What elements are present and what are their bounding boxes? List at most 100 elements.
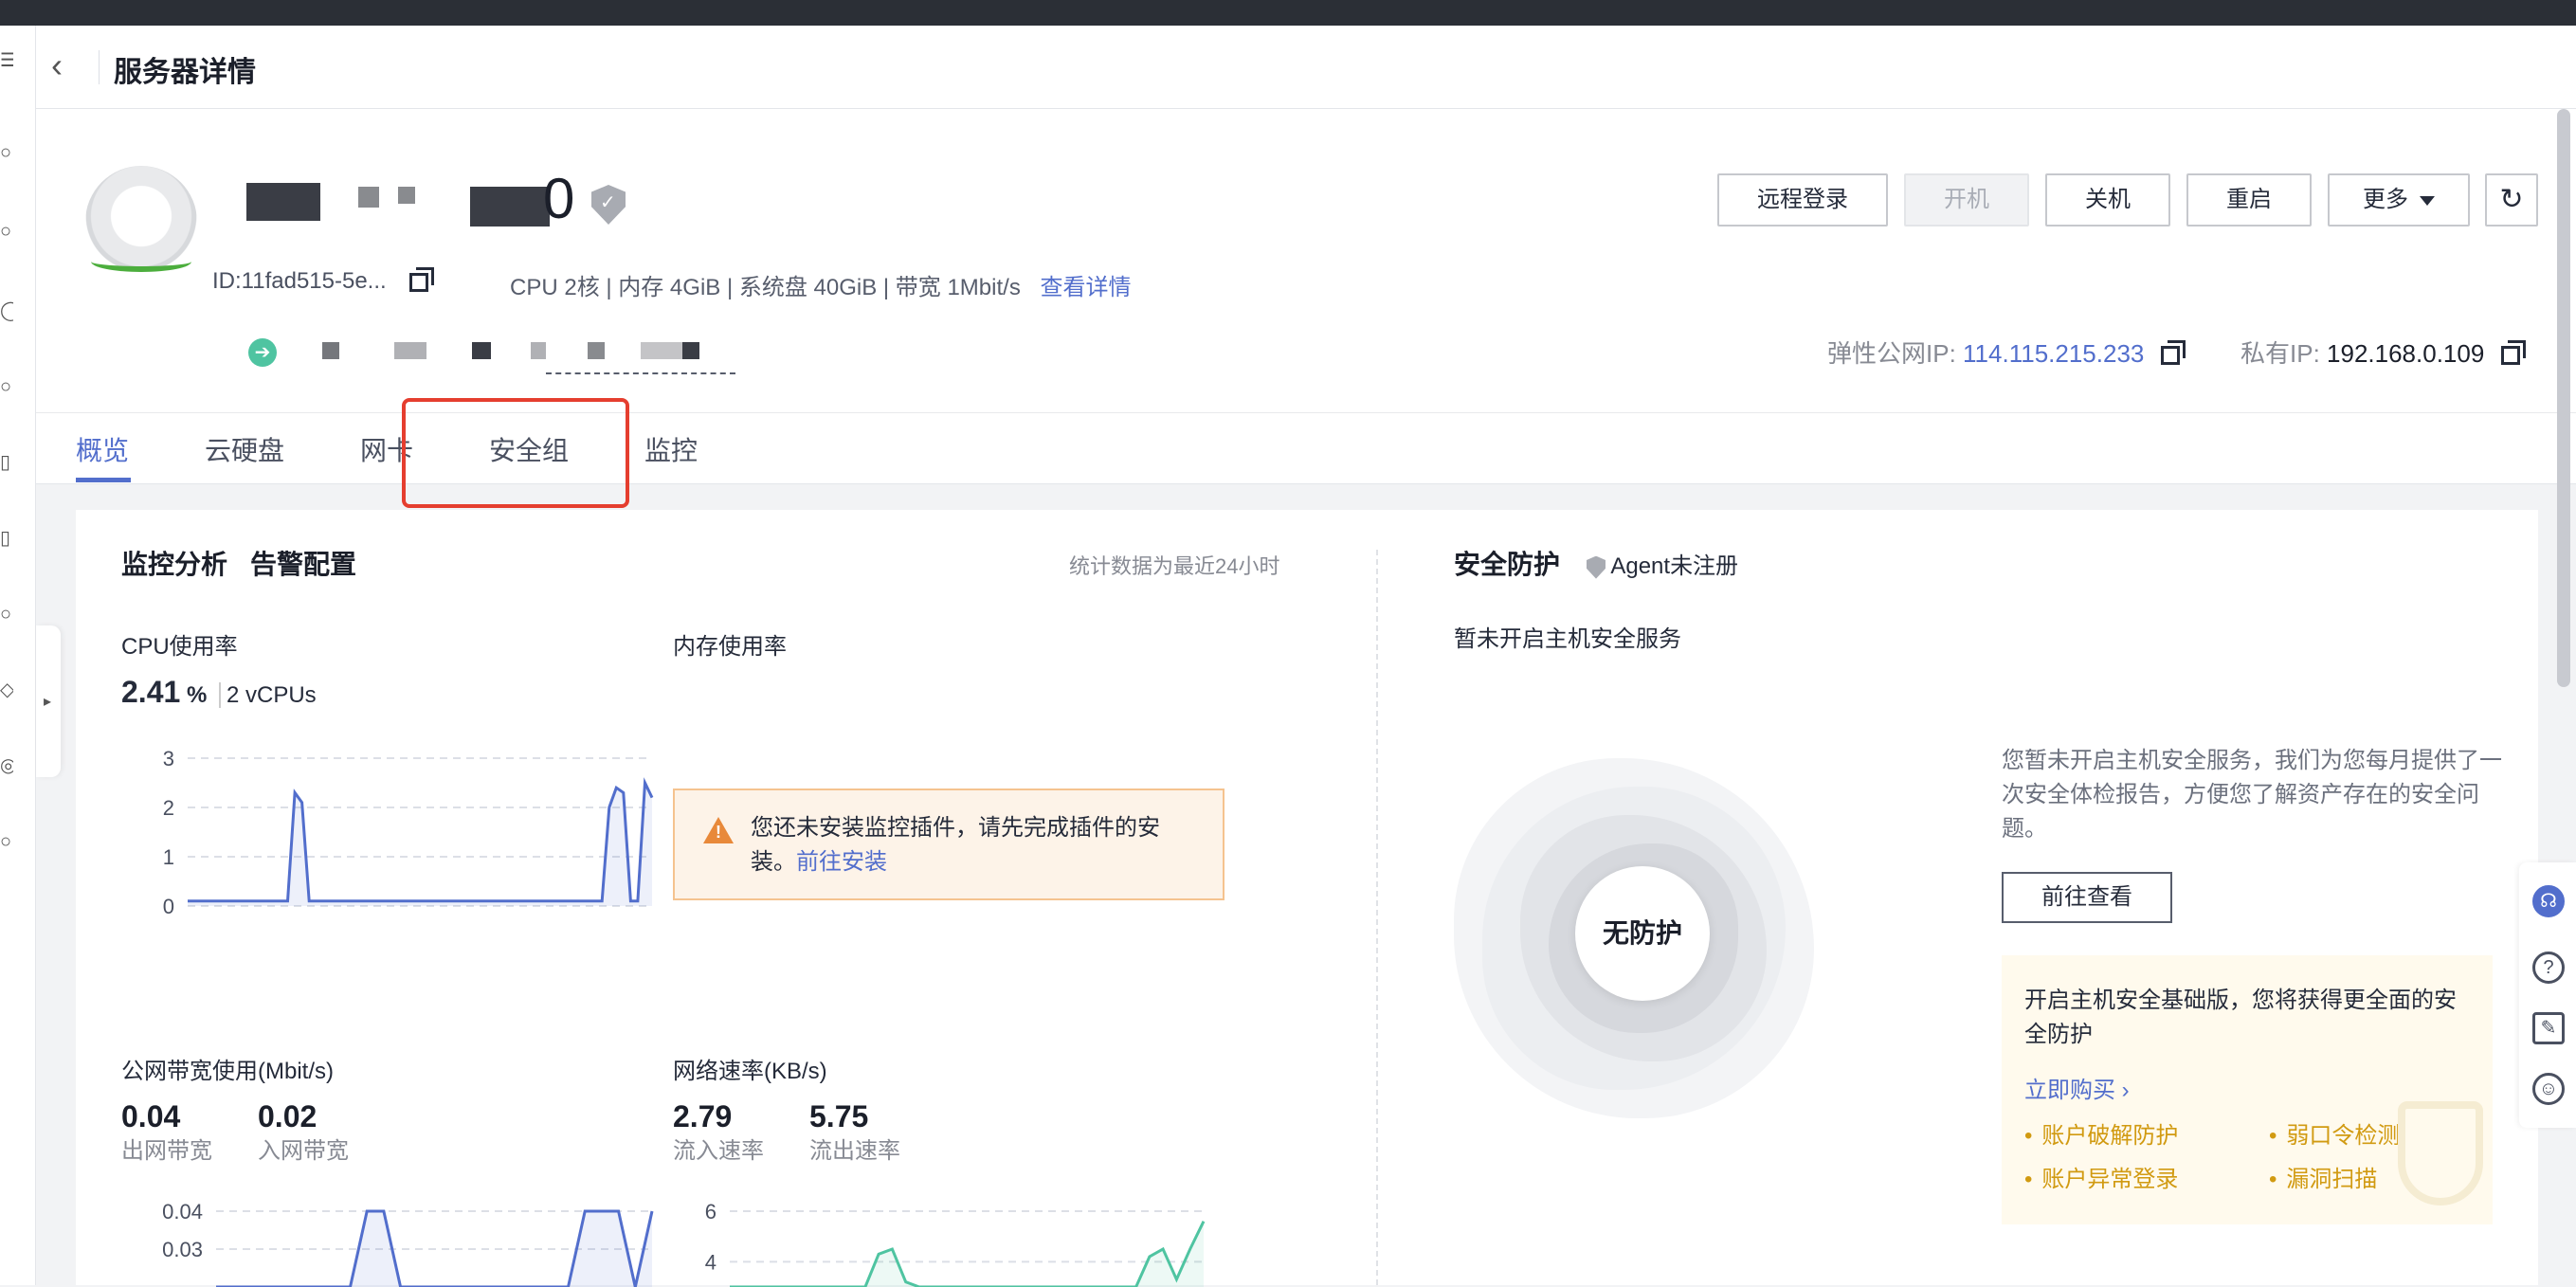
cpu-stat-row: 2.41 % 2 vCPUs (121, 675, 317, 710)
server-name: 0 (543, 167, 577, 230)
tab-cloud-disk[interactable]: 云硬盘 (205, 430, 284, 468)
smiley-icon[interactable]: ☺ (2532, 1073, 2565, 1105)
server-specs: CPU 2核 | 内存 4GiB | 系统盘 40GiB | 带宽 1Mbit/… (510, 275, 1021, 300)
security-description: 您暂未开启主机安全服务，我们为您每月提供了一次安全体检报告，方便您了解资产存在的… (2002, 748, 2502, 842)
menu-icon[interactable]: ☰ (0, 50, 13, 71)
network-series-area (730, 1221, 1204, 1287)
left-nav-rail: ☰ ○ ○ ◯ ○ ▯ ▯ ○ ◇ ◎ ○ (0, 26, 36, 1285)
remote-login-button[interactable]: 远程登录 (1717, 173, 1888, 227)
shutdown-button[interactable]: 关机 (2045, 173, 2170, 227)
refresh-button[interactable]: ↻ (2485, 173, 2538, 227)
nav-icon-2[interactable]: ○ (0, 221, 13, 242)
customer-service-icon[interactable]: ☊ (2532, 885, 2565, 917)
alert-config-link[interactable]: 告警配置 (250, 544, 356, 582)
agent-status-text: Agent未注册 (1610, 553, 1739, 579)
nav-icon-1[interactable]: ○ (0, 142, 13, 163)
redacted-status-block (472, 342, 491, 359)
nav-icon-3[interactable]: ◯ (0, 300, 13, 321)
nav-icon-8[interactable]: ◇ (0, 680, 13, 700)
redacted-status-block (682, 342, 699, 359)
security-not-enabled: 暂未开启主机安全服务 (1454, 626, 1681, 652)
y-tick-label: 0.04 (162, 1200, 203, 1224)
cpu-chart-y-ticks: 3 2 1 0 (163, 747, 174, 918)
promo-text: 开启主机安全基础版，您将获得更全面的安全防护 (2024, 988, 2457, 1047)
buy-now-label: 立即购买 (2024, 1078, 2115, 1103)
back-arrow-icon[interactable]: ‹ (51, 48, 63, 82)
nav-icon-10[interactable]: ○ (0, 831, 13, 852)
feature-weak-password: 弱口令检测 (2269, 1116, 2400, 1150)
network-label: 网络速率(KB/s) (673, 1059, 827, 1084)
feedback-icon[interactable]: ✎ (2532, 1012, 2565, 1044)
plugin-warning: 您还未安装监控插件，请先完成插件的安装。前往安装 (673, 789, 1225, 900)
restart-button[interactable]: 重启 (2186, 173, 2312, 227)
page-header: ‹ 服务器详情 (36, 26, 2576, 109)
warning-icon (703, 817, 734, 843)
server-icon (85, 166, 197, 278)
public-ip-row: 弹性公网IP: 114.115.215.233 (1827, 335, 2186, 370)
help-icon[interactable]: ? (2532, 952, 2565, 984)
redacted-status-block (531, 342, 546, 359)
shield-icon (1587, 555, 1605, 579)
redacted-status-block (322, 342, 339, 359)
agent-status: Agent未注册 (1587, 547, 1738, 580)
page-title: 服务器详情 (114, 57, 256, 88)
server-id: ID:11fad515-5e... (212, 268, 387, 294)
bandwidth-chart-y-ticks: 0.04 0.03 (162, 1200, 203, 1261)
nav-icon-6[interactable]: ▯ (0, 528, 13, 549)
network-chart: 64 (705, 1200, 1206, 1287)
refresh-icon: ↻ (2499, 184, 2524, 215)
status-row: ➔ (212, 335, 743, 367)
shield-watermark-icon (2398, 1101, 2483, 1205)
nav-icon-5[interactable]: ▯ (0, 452, 13, 473)
nav-icon-9[interactable]: ◎ (0, 755, 13, 776)
server-id-row: ID:11fad515-5e... (212, 266, 435, 295)
y-tick-label: 0 (163, 895, 174, 918)
bandwidth-in-label: 入网带宽 (258, 1138, 349, 1164)
cpu-chart-grid (188, 757, 652, 907)
buy-now-link[interactable]: 立即购买 › (2024, 1071, 2130, 1104)
sidebar-expand-handle[interactable]: ▸ (36, 625, 61, 777)
security-promo-card: 开启主机安全基础版，您将获得更全面的安全防护 立即购买 › 账户破解防护 弱口令… (2002, 955, 2493, 1224)
os-top-bar (0, 0, 2576, 26)
y-tick-label: 3 (163, 747, 174, 770)
chevron-right-icon: ▸ (44, 694, 52, 710)
server-info-card: 0 ID:11fad515-5e... CPU 2核 | 内存 4GiB | 系… (36, 109, 2576, 412)
bandwidth-chart: 0.04 0.03 (162, 1200, 654, 1287)
tab-overview[interactable]: 概览 (76, 430, 129, 468)
nav-icon-7[interactable]: ○ (0, 604, 13, 625)
bandwidth-out-label: 出网带宽 (121, 1138, 212, 1164)
bandwidth-out-value: 0.04 (121, 1099, 181, 1133)
server-specs-row: CPU 2核 | 内存 4GiB | 系统盘 40GiB | 带宽 1Mbit/… (510, 268, 1132, 301)
nav-icon-4[interactable]: ○ (0, 376, 13, 397)
dashed-underline (546, 372, 735, 374)
network-out-label: 流出速率 (809, 1138, 900, 1164)
redacted-name-block (246, 183, 320, 221)
redacted-status-block (588, 342, 605, 359)
view-details-link[interactable]: 查看详情 (1041, 275, 1132, 300)
more-button-label: 更多 (2363, 187, 2408, 212)
running-status-icon: ➔ (248, 338, 277, 367)
copy-icon[interactable] (2500, 340, 2526, 366)
public-ip-value[interactable]: 114.115.215.233 (1963, 339, 2144, 368)
cpu-series-area (188, 783, 652, 906)
start-button[interactable]: 开机 (1904, 173, 2029, 227)
public-ip-label: 弹性公网IP: (1827, 339, 1956, 368)
network-in-label: 流入速率 (673, 1138, 764, 1164)
network-series-line (730, 1221, 1206, 1287)
y-tick-label: 1 (163, 845, 174, 869)
y-tick-label: 4 (705, 1250, 717, 1274)
install-plugin-link[interactable]: 前往安装 (796, 849, 887, 875)
y-tick-label: 2 (163, 796, 174, 820)
page-scrollbar[interactable] (2557, 109, 2570, 687)
view-security-button[interactable]: 前往查看 (2002, 872, 2172, 923)
tab-monitoring[interactable]: 监控 (644, 430, 698, 468)
floating-help-bar: ☊ ? ✎ ☺ (2519, 862, 2576, 1128)
network-in-value: 2.79 (673, 1099, 733, 1133)
redacted-status-block (394, 342, 426, 359)
more-dropdown-button[interactable]: 更多 (2328, 173, 2470, 227)
panel-divider (1376, 550, 1378, 1285)
copy-icon[interactable] (2160, 340, 2186, 366)
copy-icon[interactable] (409, 266, 435, 292)
redacted-name-block (398, 187, 415, 204)
cpu-unit: % (186, 682, 208, 708)
